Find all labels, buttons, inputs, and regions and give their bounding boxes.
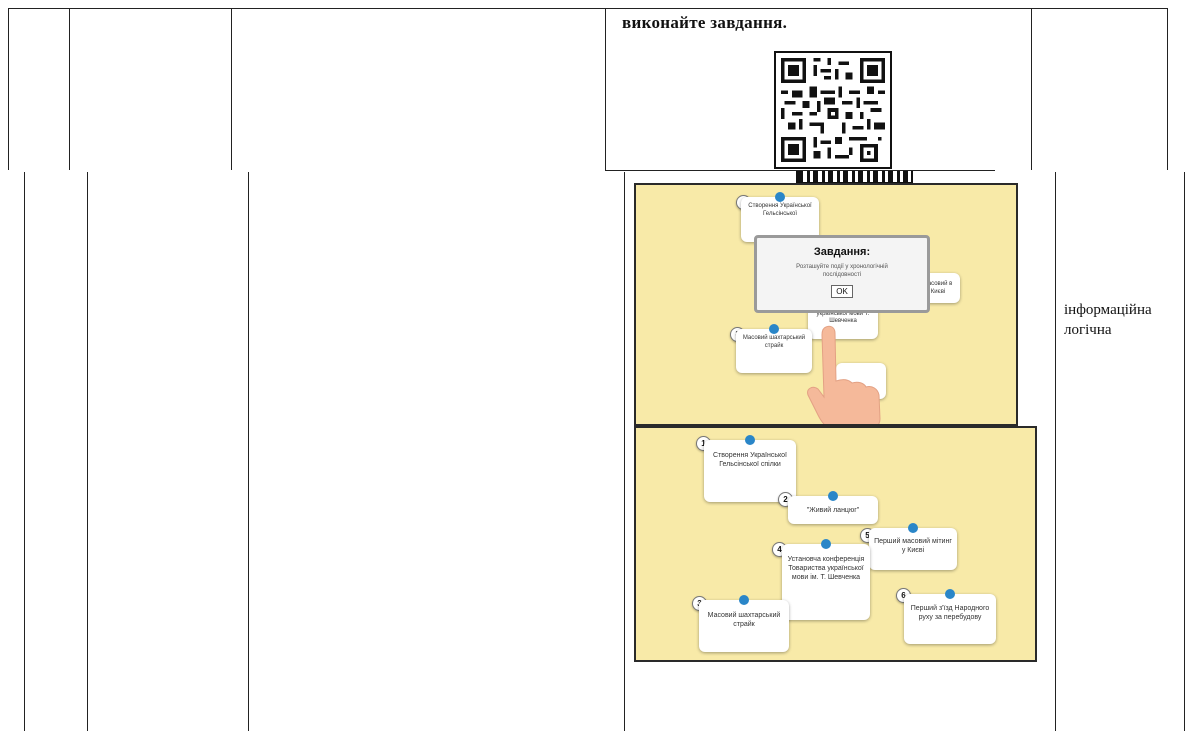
marker-dot (828, 491, 838, 501)
event-card: Установча конференція Товариства українс… (782, 539, 870, 620)
marker-dot (821, 539, 831, 549)
event-card-text: Створення Української Гельсінської спілк… (713, 452, 787, 468)
event-card-text: Масовий шахтарський страйк (742, 335, 806, 349)
event-card: Масовий шахтарський страйк (736, 324, 812, 373)
skills-line-1: інформаційна (1064, 302, 1152, 318)
qr-code-graphic (781, 58, 885, 162)
marker-dot (908, 523, 918, 533)
event-card: "Живий ланцюг" (788, 491, 878, 524)
modal-title: Завдання: (813, 246, 871, 258)
marker-dot (739, 595, 749, 605)
event-card-text: "Живий ланцюг" (806, 507, 860, 514)
event-card-text: Установча конференція Товариства українс… (787, 556, 865, 581)
task-modal: Завдання: Розташуйте події у хронологічн… (754, 235, 930, 313)
qr-code-icon (774, 51, 892, 169)
event-card: Перший масовий мітинг у Києві (869, 523, 957, 570)
game-screenshot-task: 1 Створення Української Гельсінської Тов… (634, 183, 1018, 426)
pointing-hand-icon (807, 325, 881, 424)
modal-ok-button: OK (831, 284, 853, 298)
event-card: Перший з'їзд Народного руху за перебудов… (904, 589, 996, 644)
game-screenshot-solution: 1 Створення Української Гельсінської спі… (634, 426, 1037, 662)
skills-line-2: логічна (1064, 322, 1112, 338)
task-instruction: виконайте завдання. (622, 13, 788, 32)
modal-body: Розташуйте події у хронологічній послідо… (796, 264, 888, 278)
marker-dot (769, 324, 779, 334)
marker-dot (945, 589, 955, 599)
marker-dot (745, 435, 755, 445)
event-card: Масовий шахтарський страйк (699, 595, 789, 652)
event-card-text: Перший масовий мітинг у Києві (874, 538, 952, 554)
event-card-text: Масовий шахтарський страйк (707, 612, 781, 628)
marker-dot (775, 192, 785, 202)
event-card-text: Перший з'їзд Народного руху за перебудов… (910, 605, 990, 621)
event-card-text: Створення Української Гельсінської (748, 203, 812, 217)
